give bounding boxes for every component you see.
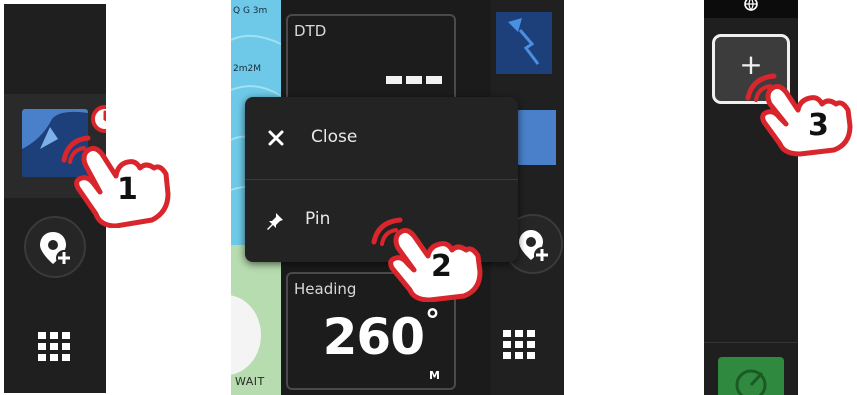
screen-panel-step-2: Q G 3m 2m2M WAIT DTD Heading 260 ° M Clo…: [231, 0, 564, 395]
globe-icon[interactable]: [743, 0, 759, 12]
hand-tap-icon: [745, 73, 853, 157]
menu-item-pin[interactable]: Pin: [245, 97, 518, 230]
step-number-3: 3: [808, 108, 829, 143]
chart-app-tile[interactable]: [516, 110, 556, 165]
heading-degree: °: [425, 304, 440, 339]
dtd-value-dashes: [386, 76, 442, 84]
top-bar: [704, 0, 798, 18]
radar-icon: [735, 369, 767, 395]
step-number-2: 2: [431, 249, 452, 284]
sidebar-panel-step-3: +: [704, 0, 798, 395]
menu-divider: [245, 179, 518, 180]
apps-grid-icon[interactable]: [503, 330, 535, 360]
radar-app-tile[interactable]: [718, 357, 784, 395]
heading-value: 260: [322, 308, 425, 366]
hand-tap-icon: [61, 135, 171, 228]
pin-icon: [267, 213, 283, 230]
navigation-app-tile[interactable]: [496, 12, 552, 74]
map-label: 2m2M: [233, 64, 261, 74]
heading-unit: M: [429, 369, 440, 382]
tutorial-screens: 1 Q G 3m 2m2M WAIT DTD Heading 260 ° M C…: [0, 0, 857, 395]
navigation-icon: [508, 18, 540, 65]
heading-label: Heading: [294, 280, 357, 298]
dtd-label: DTD: [294, 22, 327, 40]
map-status-text: WAIT: [235, 375, 265, 388]
divider: [704, 342, 798, 343]
apps-grid-icon[interactable]: [38, 332, 70, 362]
step-number-1: 1: [117, 172, 138, 207]
map-label: Q G 3m: [233, 6, 268, 16]
menu-item-pin-label: Pin: [305, 209, 331, 229]
